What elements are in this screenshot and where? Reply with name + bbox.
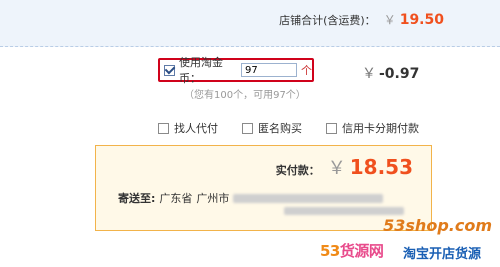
use-taobao-coin-checkbox[interactable] <box>164 63 175 76</box>
credit-installment-label: 信用卡分期付款 <box>342 122 419 135</box>
store-total-currency: ￥ <box>383 13 396 27</box>
option-anonymous-purchase[interactable]: 匿名购买 <box>242 120 302 136</box>
pay-by-friend-checkbox[interactable] <box>158 122 169 134</box>
watermark-slogan: 淘宝开店货源 <box>403 247 482 262</box>
watermark-site: 53shop.com <box>383 216 492 235</box>
option-credit-installment[interactable]: 信用卡分期付款 <box>326 120 419 136</box>
coin-discount-amount: -0.97 <box>379 66 420 82</box>
ship-to-label: 寄送至: <box>118 192 156 205</box>
shipping-address: 寄送至: 广东省 广州市 <box>118 190 384 206</box>
taobao-coin-unit: 个 <box>301 64 312 77</box>
taobao-coin-amount-input[interactable] <box>241 63 297 77</box>
redacted-address <box>233 193 384 203</box>
taobao-coin-highlight: 使用淘金币： 个 <box>158 56 314 85</box>
pay-by-friend-label: 找人代付 <box>174 122 218 135</box>
actual-payment-label: 实付款： <box>275 164 320 177</box>
watermark-brand-name: 货源网 <box>339 242 384 260</box>
credit-installment-checkbox[interactable] <box>326 122 337 134</box>
anonymous-purchase-checkbox[interactable] <box>242 122 253 134</box>
actual-payment-amount: 18.53 <box>349 155 413 179</box>
watermark-brand-number: 53 <box>320 242 340 260</box>
taobao-coin-hint: （您有100个，可用97个） <box>184 90 306 101</box>
ship-city: 广州市 <box>196 192 230 205</box>
actual-payment-currency: ￥ <box>327 158 346 179</box>
ship-province: 广东省 <box>159 192 193 205</box>
coin-discount-currency: ￥ <box>362 66 376 82</box>
option-pay-by-friend[interactable]: 找人代付 <box>158 120 218 136</box>
actual-payment: 实付款： ￥ 18.53 <box>276 154 413 180</box>
payment-summary-box: 实付款： ￥ 18.53 寄送至: 广东省 广州市 <box>95 145 432 231</box>
checkmark-icon <box>164 63 175 74</box>
anonymous-purchase-label: 匿名购买 <box>258 122 302 135</box>
store-summary-band: 店铺合计(含运费)： ￥ 19.50 <box>0 0 500 47</box>
use-taobao-coin-label: 使用淘金币： <box>179 56 223 85</box>
watermark-brand: 53货源网 <box>320 240 384 261</box>
store-total-amount: 19.50 <box>399 12 444 28</box>
taobao-coin-discount: ￥ -0.97 <box>362 63 419 83</box>
store-total-label: 店铺合计(含运费)： <box>279 14 376 27</box>
order-options: 找人代付 匿名购买 信用卡分期付款 <box>158 120 443 136</box>
redacted-recipient <box>284 207 404 215</box>
store-total: 店铺合计(含运费)： ￥ 19.50 <box>279 11 444 28</box>
